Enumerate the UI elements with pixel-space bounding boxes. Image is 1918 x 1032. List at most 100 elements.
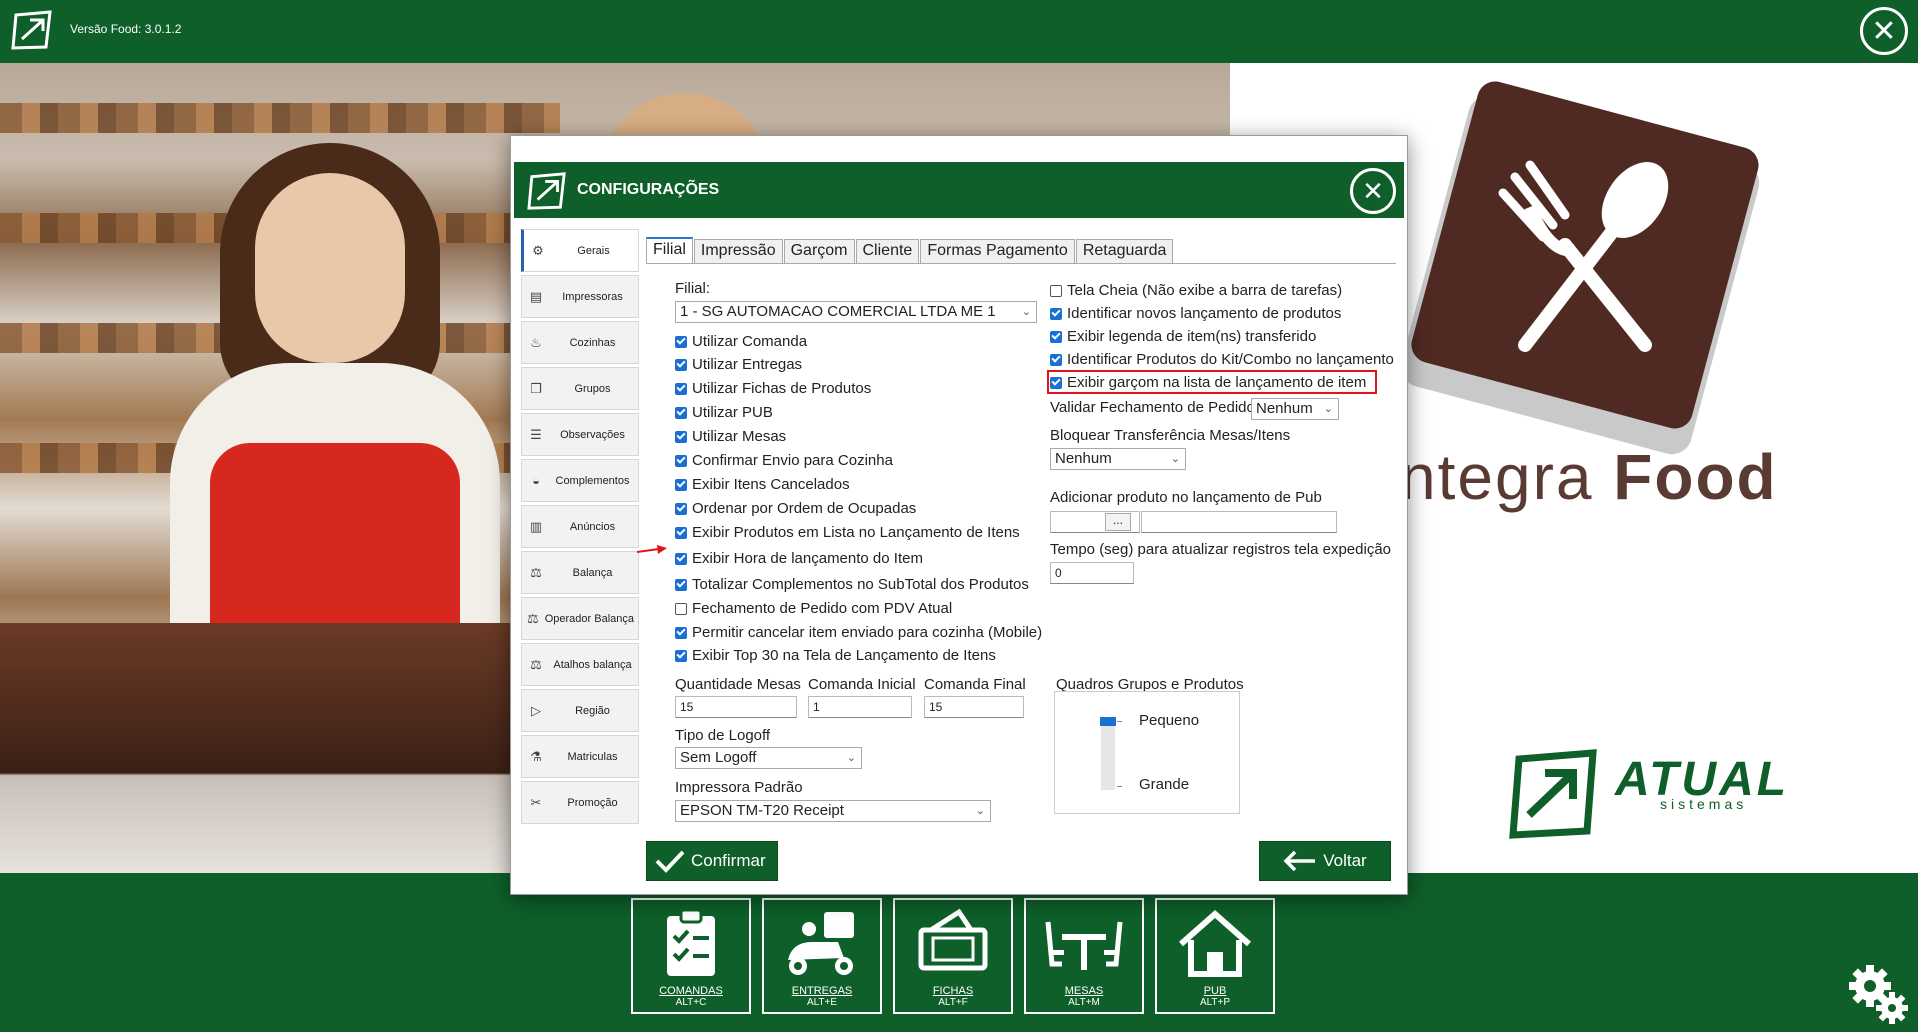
size-small-label: Pequeno: [1139, 712, 1200, 729]
sidebar-item-impressoras[interactable]: ▤ Impressoras: [521, 275, 639, 318]
checkbox-exibir-hora[interactable]: Exibir Hora de lançamento do Item: [675, 550, 923, 567]
logoff-label: Tipo de Logoff: [675, 727, 771, 744]
checkbox-identificar-kit[interactable]: Identificar Produtos do Kit/Combo no lan…: [1050, 351, 1394, 368]
chevron-down-icon: ⌄: [1170, 453, 1180, 465]
adicionar-pub-label: Adicionar produto no lançamento de Pub: [1050, 489, 1322, 506]
qtd-mesas-input[interactable]: 15: [675, 696, 797, 718]
checkbox-box: [1050, 307, 1062, 320]
checkbox-tela-cheia[interactable]: Tela Cheia (Não exibe a barra de tarefas…: [1050, 282, 1342, 299]
sidebar-item-regiao[interactable]: ▷ Região: [521, 689, 639, 732]
checkbox-totalizar-complementos[interactable]: Totalizar Complementos no SubTotal dos P…: [675, 576, 1029, 593]
sidebar-item-anuncios[interactable]: ▥ Anúncios: [521, 505, 639, 548]
checkbox-box: [675, 649, 687, 662]
checkbox-utilizar-entregas[interactable]: Utilizar Entregas: [675, 356, 802, 373]
impressora-select[interactable]: EPSON TM-T20 Receipt ⌄: [675, 800, 991, 822]
nav-pub-button[interactable]: PUB ALT+P: [1155, 898, 1275, 1014]
logoff-select[interactable]: Sem Logoff ⌄: [675, 747, 862, 769]
comanda-final-input[interactable]: 15: [924, 696, 1024, 718]
tempo-label: Tempo (seg) para atualizar registros tel…: [1050, 541, 1392, 558]
tab-garcom[interactable]: Garçom: [783, 239, 855, 264]
tab-retaguarda[interactable]: Retaguarda: [1075, 239, 1174, 264]
dialog-logo-icon: [527, 172, 566, 210]
checkbox-box: [675, 335, 687, 348]
checkbox-confirmar-envio[interactable]: Confirmar Envio para Cozinha: [675, 452, 893, 469]
size-slider-thumb[interactable]: [1100, 717, 1116, 726]
tab-formas-pagamento[interactable]: Formas Pagamento: [920, 239, 1075, 264]
size-slider-track[interactable]: [1101, 718, 1115, 790]
dialog-close-button[interactable]: ✕: [1350, 168, 1396, 214]
checkbox-utilizar-fichas[interactable]: Utilizar Fichas de Produtos: [675, 380, 871, 397]
filial-select[interactable]: 1 - SG AUTOMACAO COMERCIAL LTDA ME 1 ⌄: [675, 301, 1037, 323]
tab-cliente[interactable]: Cliente: [855, 239, 920, 264]
settings-gear-icon[interactable]: [1848, 964, 1910, 1026]
chevron-down-icon: ⌄: [975, 805, 985, 817]
config-sidebar: ⚙ Gerais ▤ Impressoras ♨ Cozinhas ❒ Grupos ☰…: [521, 229, 639, 827]
red-arrow-annotation: [637, 545, 667, 554]
dialog-header: CONFIGURAÇÕES ✕: [514, 162, 1404, 218]
sidebar-item-operador-balanca[interactable]: ⚖ Operador Balança: [521, 597, 639, 640]
checkbox-box: [675, 602, 687, 615]
scooter-icon: [788, 912, 854, 975]
settings-icon: ⚙: [532, 242, 544, 258]
sidebar-item-gerais[interactable]: ⚙ Gerais: [521, 229, 639, 272]
brand-name: ntegra Food: [1400, 441, 1778, 513]
chevron-down-icon: ⌄: [1323, 403, 1333, 415]
checkbox-permitir-cancelar[interactable]: Permitir cancelar item enviado para cozi…: [675, 624, 1042, 641]
sidebar-item-cozinhas[interactable]: ♨ Cozinhas: [521, 321, 639, 364]
checkbox-ordenar-ocupadas[interactable]: Ordenar por Ordem de Ocupadas: [675, 500, 916, 517]
validar-select[interactable]: Nenhum ⌄: [1251, 398, 1339, 420]
checkbox-identificar-novos[interactable]: Identificar novos lançamento de produtos: [1050, 305, 1341, 322]
sidebar-item-matriculas[interactable]: ⚗ Matriculas: [521, 735, 639, 778]
tab-impressao[interactable]: Impressão: [693, 239, 783, 264]
checkbox-fechamento-pdv[interactable]: Fechamento de Pedido com PDV Atual: [675, 600, 952, 617]
checkbox-exibir-cancelados[interactable]: Exibir Itens Cancelados: [675, 476, 850, 493]
checkbox-box: [675, 382, 687, 395]
scale-icon: ⚖: [530, 564, 542, 580]
sidebar-item-balanca[interactable]: ⚖ Balança: [521, 551, 639, 594]
config-dialog: CONFIGURAÇÕES ✕ ⚙ Gerais ▤ Impressoras ♨ Co…: [510, 135, 1408, 895]
checkbox-exibir-legenda[interactable]: Exibir legenda de item(ns) transferido: [1050, 328, 1316, 345]
validar-label: Validar Fechamento de Pedido: [1050, 399, 1255, 416]
sidebar-item-promocao[interactable]: ✂ Promoção: [521, 781, 639, 824]
nav-comandas-button[interactable]: COMANDAS ALT+C: [631, 898, 751, 1014]
chevron-down-icon: ⌄: [1021, 306, 1031, 318]
impressora-label: Impressora Padrão: [675, 779, 803, 796]
checkbox-box: [1050, 330, 1062, 343]
checkbox-box: [675, 502, 687, 515]
checkbox-box: [675, 358, 687, 371]
back-button[interactable]: Voltar: [1259, 841, 1391, 881]
promotion-icon: ✂: [530, 794, 542, 810]
sidebar-item-observacoes[interactable]: ☰ Observações: [521, 413, 639, 456]
nav-entregas-button[interactable]: ENTREGAS ALT+E: [762, 898, 882, 1014]
checkbox-box: [675, 526, 687, 539]
nav-fichas-button[interactable]: FICHAS ALT+F: [893, 898, 1013, 1014]
top-bar: Versão Food: 3.0.1.2 ✕: [0, 0, 1918, 63]
sidebar-item-complementos[interactable]: ◒ Complementos: [521, 459, 639, 502]
sidebar-item-grupos[interactable]: ❒ Grupos: [521, 367, 639, 410]
ticket-icon: [918, 908, 988, 971]
checkbox-box: [675, 626, 687, 639]
checkbox-utilizar-comanda[interactable]: Utilizar Comanda: [675, 333, 807, 350]
filial-label: Filial:: [675, 280, 711, 297]
sidebar-item-atalhos-balanca[interactable]: ⚖ Atalhos balança: [521, 643, 639, 686]
ads-icon: ▥: [529, 518, 543, 534]
company-sub: sistemas: [1660, 796, 1748, 812]
registration-icon: ⚗: [530, 748, 542, 764]
checkbox-utilizar-pub[interactable]: Utilizar PUB: [675, 404, 773, 421]
checkbox-exibir-lista[interactable]: Exibir Produtos em Lista no Lançamento d…: [675, 524, 1020, 541]
close-app-button[interactable]: ✕: [1860, 7, 1908, 55]
checkbox-exibir-top30[interactable]: Exibir Top 30 na Tela de Lançamento de I…: [675, 647, 996, 664]
confirm-button[interactable]: Confirmar: [646, 841, 778, 881]
bloquear-select[interactable]: Nenhum ⌄: [1050, 448, 1186, 470]
dialog-title: CONFIGURAÇÕES: [577, 181, 720, 198]
comanda-inicial-input[interactable]: 1: [808, 696, 912, 718]
tab-filial[interactable]: Filial: [646, 237, 693, 264]
checkbox-box: [675, 578, 687, 591]
browse-product-button[interactable]: ...: [1105, 513, 1131, 531]
nav-mesas-button[interactable]: MESAS ALT+M: [1024, 898, 1144, 1014]
adicionar-pub-name-input[interactable]: [1141, 511, 1337, 533]
kitchen-icon: ♨: [530, 334, 542, 350]
checkbox-utilizar-mesas[interactable]: Utilizar Mesas: [675, 428, 786, 445]
tempo-input[interactable]: 0: [1050, 562, 1134, 584]
check-icon: [655, 850, 685, 873]
